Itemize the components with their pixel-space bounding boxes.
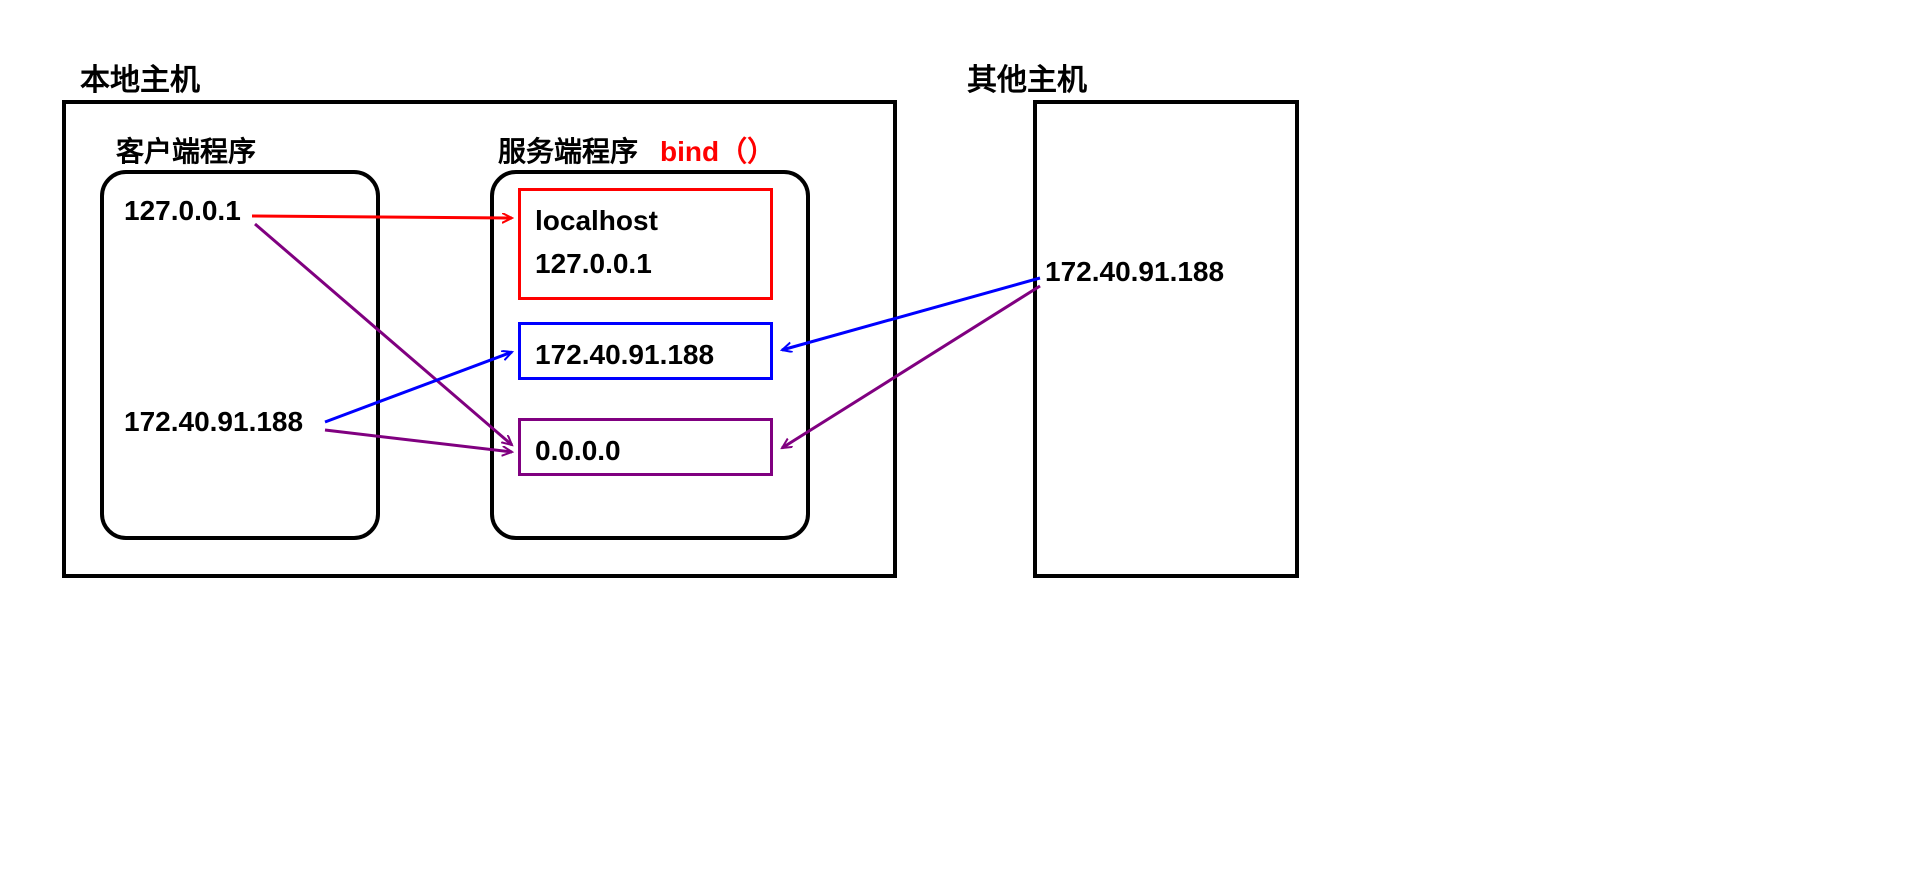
- bind-any-box: 0.0.0.0: [518, 418, 773, 476]
- bind-lan-text: 172.40.91.188: [535, 339, 714, 370]
- client-ip-lan: 172.40.91.188: [124, 406, 303, 438]
- bind-label: bind（）: [660, 130, 775, 170]
- bind-localhost-line2: 127.0.0.1: [535, 248, 652, 279]
- bind-any-text: 0.0.0.0: [535, 435, 621, 466]
- bind-lan-box: 172.40.91.188: [518, 322, 773, 380]
- bind-localhost-line1: localhost: [535, 205, 658, 236]
- client-title: 客户端程序: [116, 130, 256, 170]
- other-host-box: [1033, 100, 1299, 578]
- title-local-host: 本地主机: [80, 55, 200, 99]
- client-ip-loopback: 127.0.0.1: [124, 195, 241, 227]
- other-host-ip: 172.40.91.188: [1045, 256, 1224, 288]
- server-title: 服务端程序: [498, 130, 638, 170]
- bind-localhost-box: localhost 127.0.0.1: [518, 188, 773, 300]
- diagram-stage: 本地主机 其他主机 客户端程序 127.0.0.1 172.40.91.188 …: [0, 0, 1914, 884]
- title-other-host: 其他主机: [967, 55, 1087, 99]
